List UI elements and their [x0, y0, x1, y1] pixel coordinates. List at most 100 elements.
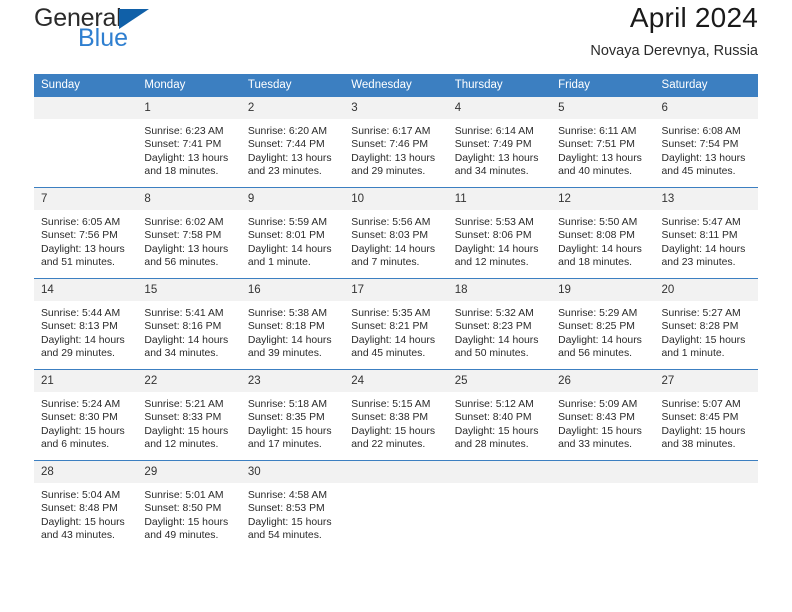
day-detail-daylight-2: and 38 minutes. — [661, 439, 736, 451]
day-number: 7 — [34, 188, 138, 210]
day-number: 20 — [654, 279, 758, 301]
calendar-day-cell[interactable]: 1 Sunrise: 6:23 AM Sunset: 7:41 PM Daylight… — [137, 96, 241, 188]
day-detail-sunrise: Sunrise: 6:11 AM — [558, 126, 637, 137]
calendar-empty-cell — [344, 460, 448, 551]
calendar-day-cell[interactable]: 18 Sunrise: 5:32 AM Sunset: 8:23 PM Dayligh… — [447, 278, 552, 370]
day-cell-inner — [551, 461, 655, 551]
day-detail-daylight-1: Daylight: 14 hours — [661, 243, 746, 255]
calendar-day-cell[interactable]: 12 Sunrise: 5:50 AM Sunset: 8:08 PM Dayligh… — [551, 187, 655, 279]
calendar-day-cell[interactable]: 28 Sunrise: 5:04 AM Sunset: 8:48 PM Dayligh… — [34, 460, 138, 551]
calendar-day-cell[interactable]: 16 Sunrise: 5:38 AM Sunset: 8:18 PM Dayligh… — [240, 278, 345, 370]
calendar-page: General Blue April 2024 Novaya Derevnya,… — [0, 0, 792, 612]
calendar-day-cell[interactable]: 26 Sunrise: 5:09 AM Sunset: 8:43 PM Dayligh… — [551, 369, 655, 461]
day-detail-sunset: Sunset: 8:53 PM — [247, 503, 325, 515]
day-cell-inner: 2 Sunrise: 6:20 AM Sunset: 7:44 PM Daylight… — [240, 97, 345, 187]
calendar-day-cell[interactable]: 20 Sunrise: 5:27 AM Sunset: 8:28 PM Dayligh… — [654, 278, 758, 370]
day-detail-daylight-2: and 49 minutes. — [144, 530, 219, 542]
day-number: 13 — [654, 188, 758, 210]
day-detail-daylight-2: and 12 minutes. — [454, 257, 529, 269]
calendar-day-cell[interactable]: 23 Sunrise: 5:18 AM Sunset: 8:35 PM Dayligh… — [240, 369, 345, 461]
calendar-day-cell[interactable]: 15 Sunrise: 5:41 AM Sunset: 8:16 PM Dayligh… — [137, 278, 241, 370]
calendar-week-row: 1 Sunrise: 6:23 AM Sunset: 7:41 PM Daylight… — [34, 96, 758, 188]
day-detail-sunset: Sunset: 8:30 PM — [41, 412, 118, 424]
day-number: 6 — [654, 97, 758, 119]
day-number: 19 — [551, 279, 655, 301]
calendar-day-cell[interactable]: 3 Sunrise: 6:17 AM Sunset: 7:46 PM Daylight… — [344, 96, 448, 188]
day-cell-inner: 13 Sunrise: 5:47 AM Sunset: 8:11 PM Dayligh… — [654, 188, 758, 278]
day-number: 18 — [447, 279, 552, 301]
calendar-day-cell[interactable]: 27 Sunrise: 5:07 AM Sunset: 8:45 PM Dayligh… — [654, 369, 758, 461]
day-detail-sunrise: Sunrise: 5:21 AM — [144, 399, 224, 410]
day-number — [551, 461, 655, 483]
day-detail-sunrise: Sunrise: 5:27 AM — [661, 308, 741, 319]
day-detail-daylight-2: and 43 minutes. — [41, 530, 115, 542]
day-detail-daylight-1: Daylight: 13 hours — [144, 243, 229, 255]
day-detail-sunrise: Sunrise: 5:47 AM — [661, 217, 741, 228]
calendar-day-cell[interactable]: 22 Sunrise: 5:21 AM Sunset: 8:33 PM Dayligh… — [137, 369, 241, 461]
day-cell-inner: 10 Sunrise: 5:56 AM Sunset: 8:03 PM Dayligh… — [344, 188, 448, 278]
calendar-day-cell[interactable]: 2 Sunrise: 6:20 AM Sunset: 7:44 PM Daylight… — [240, 96, 345, 188]
day-detail-daylight-1: Daylight: 15 hours — [144, 425, 229, 437]
calendar-day-cell[interactable]: 10 Sunrise: 5:56 AM Sunset: 8:03 PM Dayligh… — [344, 187, 448, 279]
calendar-day-cell[interactable]: 7 Sunrise: 6:05 AM Sunset: 7:56 PM Daylight… — [34, 187, 138, 279]
day-detail-sunrise: Sunrise: 5:53 AM — [454, 217, 534, 228]
day-cell-inner: 15 Sunrise: 5:41 AM Sunset: 8:16 PM Dayligh… — [137, 279, 241, 369]
day-details: Sunrise: 4:58 AM Sunset: 8:53 PM Daylight:… — [241, 483, 344, 543]
day-detail-sunset: Sunset: 8:43 PM — [558, 412, 635, 424]
day-detail-daylight-2: and 54 minutes. — [247, 530, 322, 542]
calendar-day-cell[interactable]: 14 Sunrise: 5:44 AM Sunset: 8:13 PM Dayligh… — [34, 278, 138, 370]
day-detail-daylight-1: Daylight: 14 hours — [247, 243, 332, 255]
calendar-day-cell[interactable]: 30 Sunrise: 4:58 AM Sunset: 8:53 PM Dayligh… — [240, 460, 345, 551]
day-cell-inner: 17 Sunrise: 5:35 AM Sunset: 8:21 PM Dayligh… — [344, 279, 448, 369]
calendar-day-cell[interactable]: 5 Sunrise: 6:11 AM Sunset: 7:51 PM Daylight… — [551, 96, 655, 188]
day-detail-sunrise: Sunrise: 5:50 AM — [558, 217, 638, 228]
day-cell-inner: 8 Sunrise: 6:02 AM Sunset: 7:58 PM Daylight… — [137, 188, 241, 278]
day-number: 14 — [34, 279, 138, 301]
calendar-day-cell[interactable]: 21 Sunrise: 5:24 AM Sunset: 8:30 PM Dayligh… — [34, 369, 138, 461]
day-detail-daylight-1: Daylight: 14 hours — [351, 334, 436, 346]
day-detail-daylight-1: Daylight: 15 hours — [247, 425, 332, 437]
day-details: Sunrise: 5:18 AM Sunset: 8:35 PM Daylight:… — [241, 392, 344, 452]
calendar-day-cell[interactable]: 24 Sunrise: 5:15 AM Sunset: 8:38 PM Dayligh… — [344, 369, 448, 461]
calendar-empty-cell — [551, 460, 655, 551]
day-detail-daylight-2: and 23 minutes. — [661, 257, 736, 269]
day-number: 12 — [551, 188, 655, 210]
day-details: Sunrise: 5:59 AM Sunset: 8:01 PM Daylight:… — [241, 210, 344, 270]
day-number: 10 — [344, 188, 448, 210]
day-detail-daylight-1: Daylight: 13 hours — [454, 152, 539, 164]
calendar-day-cell[interactable]: 8 Sunrise: 6:02 AM Sunset: 7:58 PM Daylight… — [137, 187, 241, 279]
day-number: 5 — [551, 97, 655, 119]
day-number: 23 — [240, 370, 345, 392]
day-detail-sunrise: Sunrise: 5:59 AM — [247, 217, 327, 228]
day-detail-sunset: Sunset: 7:44 PM — [247, 139, 325, 151]
calendar-day-cell[interactable]: 6 Sunrise: 6:08 AM Sunset: 7:54 PM Daylight… — [654, 96, 758, 188]
calendar-day-cell[interactable]: 11 Sunrise: 5:53 AM Sunset: 8:06 PM Dayligh… — [447, 187, 552, 279]
day-detail-sunset: Sunset: 8:33 PM — [144, 412, 222, 424]
day-detail-daylight-2: and 39 minutes. — [247, 348, 322, 360]
calendar-day-cell[interactable]: 4 Sunrise: 6:14 AM Sunset: 7:49 PM Daylight… — [447, 96, 552, 188]
day-detail-sunset: Sunset: 7:54 PM — [661, 139, 739, 151]
day-details: Sunrise: 5:32 AM Sunset: 8:23 PM Daylight:… — [448, 301, 551, 361]
day-detail-daylight-1: Daylight: 14 hours — [558, 243, 642, 255]
day-detail-daylight-1: Daylight: 14 hours — [454, 334, 539, 346]
calendar-day-cell[interactable]: 25 Sunrise: 5:12 AM Sunset: 8:40 PM Dayligh… — [447, 369, 552, 461]
calendar-day-cell[interactable]: 13 Sunrise: 5:47 AM Sunset: 8:11 PM Dayligh… — [654, 187, 758, 279]
day-number: 4 — [447, 97, 552, 119]
day-detail-daylight-1: Daylight: 15 hours — [661, 425, 746, 437]
page-title: April 2024 — [629, 2, 758, 33]
calendar-day-cell[interactable]: 19 Sunrise: 5:29 AM Sunset: 8:25 PM Dayligh… — [551, 278, 655, 370]
calendar-day-cell[interactable]: 9 Sunrise: 5:59 AM Sunset: 8:01 PM Daylight… — [240, 187, 345, 279]
calendar-week-row: 14 Sunrise: 5:44 AM Sunset: 8:13 PM Dayligh… — [34, 278, 758, 370]
day-detail-sunset: Sunset: 7:56 PM — [41, 230, 118, 242]
calendar-day-cell[interactable]: 29 Sunrise: 5:01 AM Sunset: 8:50 PM Dayligh… — [137, 460, 241, 551]
day-detail-sunset: Sunset: 7:46 PM — [351, 139, 429, 151]
day-detail-daylight-1: Daylight: 15 hours — [247, 516, 332, 528]
day-detail-sunset: Sunset: 8:28 PM — [661, 321, 739, 333]
day-cell-inner: 5 Sunrise: 6:11 AM Sunset: 7:51 PM Daylight… — [551, 97, 655, 187]
day-detail-daylight-2: and 12 minutes. — [144, 439, 219, 451]
day-detail-daylight-2: and 17 minutes. — [247, 439, 322, 451]
day-number: 11 — [447, 188, 552, 210]
day-detail-daylight-2: and 51 minutes. — [41, 257, 115, 269]
day-detail-sunrise: Sunrise: 5:18 AM — [247, 399, 327, 410]
calendar-day-cell[interactable]: 17 Sunrise: 5:35 AM Sunset: 8:21 PM Dayligh… — [344, 278, 448, 370]
